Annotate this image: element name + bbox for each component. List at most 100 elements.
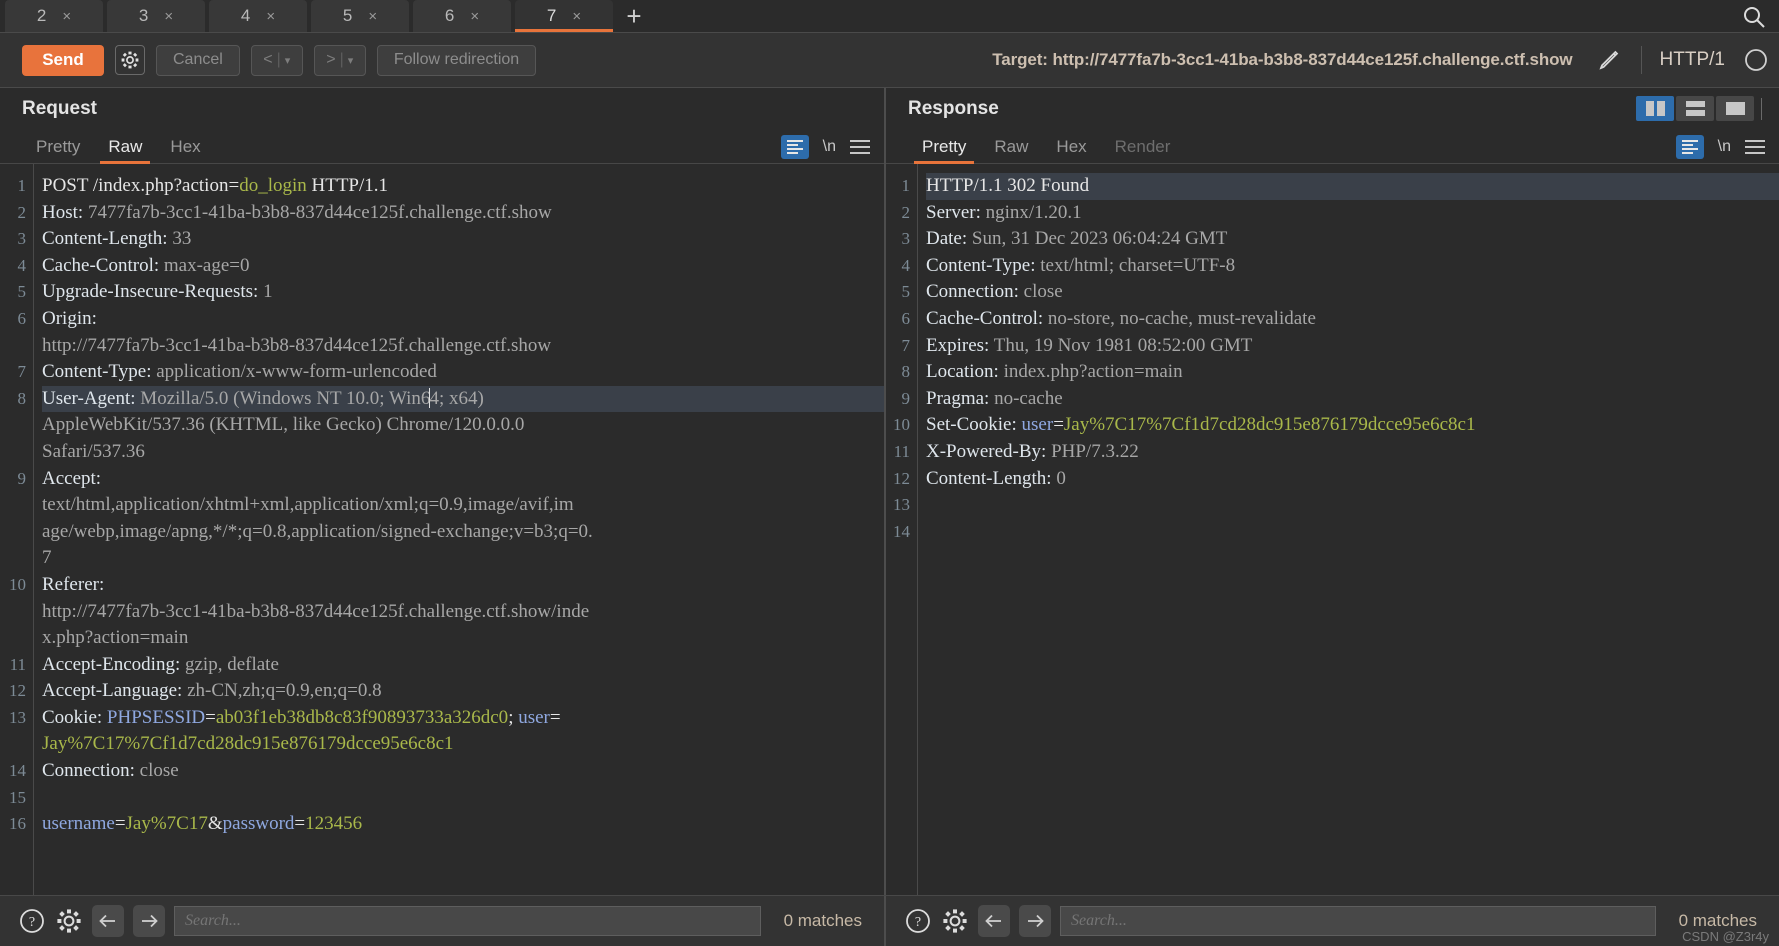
code-line: Content-Length: 0 xyxy=(926,467,1066,489)
repeater-tab-7[interactable]: 7 × xyxy=(515,0,613,32)
arrow-left-icon[interactable] xyxy=(978,905,1010,937)
tab-request-raw[interactable]: Raw xyxy=(94,130,156,164)
code-line: Location: index.php?action=main xyxy=(926,361,1183,383)
tab-label: 5 xyxy=(342,6,353,25)
protocol-label[interactable]: HTTP/1 xyxy=(1660,49,1725,71)
code-line: Server: nginx/1.20.1 xyxy=(926,201,1082,223)
tab-request-pretty[interactable]: Pretty xyxy=(22,130,94,164)
repeater-tab-6[interactable]: 6 × xyxy=(413,0,511,32)
gear-icon[interactable] xyxy=(941,907,969,935)
request-line-numbers: 1 2 3 4 5 6 7 8 9 10 11 12 13 14 15 16 xyxy=(0,164,34,895)
tab-label: 6 xyxy=(444,6,455,25)
gear-icon[interactable] xyxy=(115,45,145,75)
arrow-right-icon[interactable] xyxy=(1019,905,1051,937)
code-line: 7 xyxy=(42,547,52,569)
request-view-tabs: Pretty Raw Hex \n xyxy=(0,130,884,164)
code-line: Set-Cookie: user=Jay%7C17%7Cf1d7cd28dc91… xyxy=(926,414,1476,436)
tab-response-render[interactable]: Render xyxy=(1101,130,1185,164)
code-line: Accept-Language: zh-CN,zh;q=0.9,en;q=0.8 xyxy=(42,680,382,702)
follow-redirection-button[interactable]: Follow redirection xyxy=(376,44,537,76)
newline-toggle[interactable]: \n xyxy=(1718,138,1731,156)
close-icon[interactable]: × xyxy=(368,8,377,25)
help-circle-icon[interactable]: ? xyxy=(904,907,932,935)
repeater-tab-3[interactable]: 3 × xyxy=(107,0,205,32)
code-line: User-Agent: Mozilla/5.0 (Windows NT 10.0… xyxy=(42,385,884,413)
response-body-text[interactable]: HTTP/1.1 302 Found Server: nginx/1.20.1 Da… xyxy=(918,164,1779,895)
code-line: Origin: xyxy=(42,307,97,329)
request-body-text[interactable]: POST /index.php?action=do_login HTTP/1.1… xyxy=(34,164,884,895)
response-editor[interactable]: 1 2 3 4 5 6 7 8 9 10 11 12 13 14 HTTP/1.… xyxy=(886,164,1779,895)
search-footers: ? Search... 0 matches ? Search... 0 matc… xyxy=(0,895,1779,946)
hamburger-icon[interactable] xyxy=(850,140,870,154)
help-circle-icon[interactable]: ? xyxy=(18,907,46,935)
stacked-view-button[interactable] xyxy=(1676,96,1714,121)
format-lines-icon[interactable] xyxy=(780,135,809,159)
code-line: Upgrade-Insecure-Requests: 1 xyxy=(42,281,273,303)
response-editor-controls: \n xyxy=(1675,130,1771,164)
close-icon[interactable]: × xyxy=(62,8,71,25)
code-line: Connection: close xyxy=(42,760,179,782)
code-line: X-Powered-By: PHP/7.3.22 xyxy=(926,440,1139,462)
code-line: Pragma: no-cache xyxy=(926,387,1063,409)
response-search-input[interactable] xyxy=(1060,906,1656,936)
arrow-left-icon[interactable] xyxy=(92,905,124,937)
request-search-input[interactable] xyxy=(174,906,761,936)
response-line-numbers: 1 2 3 4 5 6 7 8 9 10 11 12 13 14 xyxy=(886,164,918,895)
divider: | xyxy=(276,51,281,68)
code-line: Host: 7477fa7b-3cc1-41ba-b3b8-837d44ce12… xyxy=(42,201,552,223)
cancel-button[interactable]: Cancel xyxy=(156,44,240,76)
tab-response-pretty[interactable]: Pretty xyxy=(908,130,980,164)
code-line: Cache-Control: no-store, no-cache, must-… xyxy=(926,307,1316,329)
tab-response-hex[interactable]: Hex xyxy=(1042,130,1100,164)
next-request-button[interactable]: > | ▾ xyxy=(313,44,366,76)
divider: | xyxy=(339,51,344,68)
response-view-tabs: Pretty Raw Hex Render \n xyxy=(886,130,1779,164)
next-arrow-icon: > xyxy=(326,51,336,68)
format-lines-icon[interactable] xyxy=(1675,135,1704,159)
arrow-right-icon[interactable] xyxy=(133,905,165,937)
code-line: username=Jay%7C17&password=123456 xyxy=(42,813,363,835)
search-icon[interactable] xyxy=(1739,2,1769,32)
tab-response-raw[interactable]: Raw xyxy=(980,130,1042,164)
code-line: Content-Type: application/x-www-form-url… xyxy=(42,361,437,383)
close-icon[interactable]: × xyxy=(470,8,479,25)
code-line: Referer: xyxy=(42,573,105,595)
single-view-button[interactable] xyxy=(1716,96,1754,121)
hamburger-icon[interactable] xyxy=(1745,140,1765,154)
code-line: text/html,application/xhtml+xml,applicat… xyxy=(42,494,574,516)
repeater-tab-5[interactable]: 5 × xyxy=(311,0,409,32)
tab-request-hex[interactable]: Hex xyxy=(156,130,214,164)
response-search-footer: ? Search... 0 matches xyxy=(886,896,1779,946)
code-line: Accept-Encoding: gzip, deflate xyxy=(42,653,279,675)
response-pane-title: Response xyxy=(886,88,1779,130)
send-button[interactable]: Send xyxy=(22,44,104,76)
code-line: HTTP/1.1 302 Found xyxy=(926,173,1779,200)
request-editor[interactable]: 1 2 3 4 5 6 7 8 9 10 11 12 13 14 15 16 P… xyxy=(0,164,884,895)
close-icon[interactable]: × xyxy=(164,8,173,25)
pencil-icon[interactable] xyxy=(1595,46,1623,74)
request-match-count: 0 matches xyxy=(783,911,862,930)
code-line: http://7477fa7b-3cc1-41ba-b3b8-837d44ce1… xyxy=(42,334,552,356)
previous-request-button[interactable]: < | ▾ xyxy=(250,44,303,76)
burp-repeater-window: 2 × 3 × 4 × 5 × 6 × 7 × + Send Cancel < … xyxy=(0,0,1779,946)
new-tab-button[interactable]: + xyxy=(617,0,651,32)
tab-label: 4 xyxy=(240,6,251,25)
code-line: Date: Sun, 31 Dec 2023 06:04:24 GMT xyxy=(926,228,1228,250)
code-line: Jay%7C17%7Cf1d7cd28dc915e876179dcce95e6c… xyxy=(42,733,454,755)
code-line: http://7477fa7b-3cc1-41ba-b3b8-837d44ce1… xyxy=(42,600,590,622)
repeater-tab-4[interactable]: 4 × xyxy=(209,0,307,32)
tab-label: 7 xyxy=(546,6,557,25)
chevron-down-icon: ▾ xyxy=(284,54,291,67)
newline-toggle[interactable]: \n xyxy=(823,138,836,156)
request-pane: Request Pretty Raw Hex \n 1 2 3 4 5 6 7 … xyxy=(0,88,886,895)
tab-label: 3 xyxy=(138,6,149,25)
close-icon[interactable]: × xyxy=(572,8,581,25)
help-circle-icon[interactable] xyxy=(1743,47,1769,73)
side-by-side-view-button[interactable] xyxy=(1636,96,1674,121)
repeater-tab-2[interactable]: 2 × xyxy=(5,0,103,32)
code-line: Cookie: PHPSESSID=ab03f1eb38db8c83f90893… xyxy=(42,706,561,728)
tab-label: 2 xyxy=(36,6,47,25)
close-icon[interactable]: × xyxy=(266,8,275,25)
gear-icon[interactable] xyxy=(55,907,83,935)
